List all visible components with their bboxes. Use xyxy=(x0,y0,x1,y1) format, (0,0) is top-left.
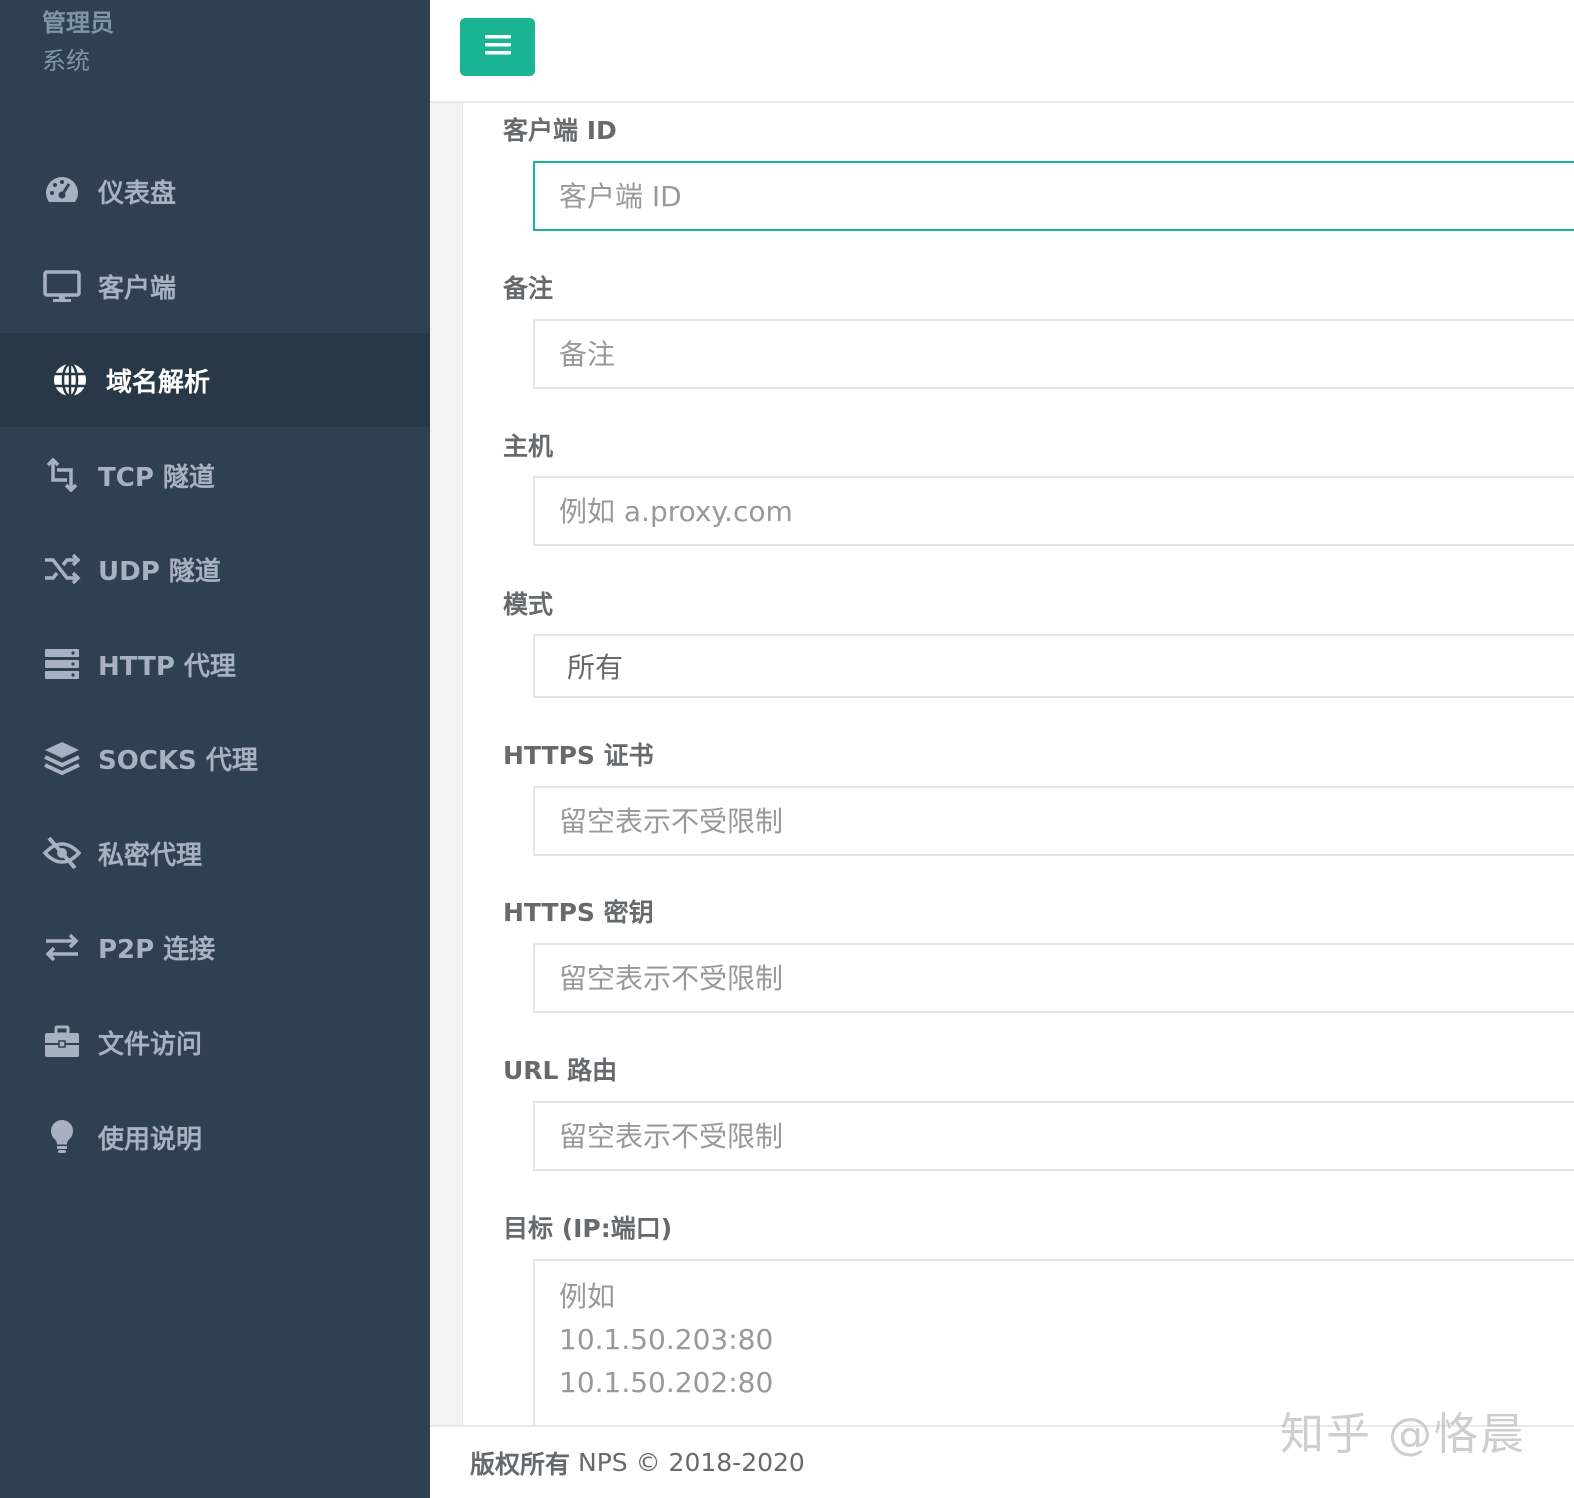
mode-select-value: 所有 xyxy=(567,651,624,684)
sidebar-item-http[interactable]: HTTP 代理 xyxy=(0,617,430,711)
copyright-label: 版权所有 xyxy=(470,1449,571,1479)
url-route-label: URL 路由 xyxy=(503,1056,618,1085)
https-key-label: HTTPS 密钥 xyxy=(503,898,654,927)
sidebar-item-dashboard[interactable]: 仪表盘 xyxy=(0,144,430,238)
host-label: 主机 xyxy=(503,432,554,461)
https-cert-label: HTTPS 证书 xyxy=(503,741,654,770)
sidebar-item-domain[interactable]: 域名解析 xyxy=(0,333,430,427)
watermark: 知乎 @恪晨 xyxy=(1280,1409,1526,1460)
remark-input[interactable] xyxy=(533,319,1574,389)
https-cert-input[interactable] xyxy=(533,786,1574,856)
sidebar-item-label: SOCKS 代理 xyxy=(98,745,258,776)
host-input[interactable] xyxy=(533,476,1574,546)
sidebar-item-files[interactable]: 文件访问 xyxy=(0,995,430,1089)
sidebar-item-help[interactable]: 使用说明 xyxy=(0,1090,430,1184)
exchange-icon xyxy=(40,927,84,967)
client-id-input[interactable] xyxy=(533,161,1574,231)
target-label: 目标 (IP:端口) xyxy=(503,1214,673,1243)
sidebar-item-udp[interactable]: UDP 隧道 xyxy=(0,522,430,616)
top-navbar xyxy=(430,0,1574,103)
sidebar: 管理员 系统 仪表盘 客户端 域名解析 TCP 隧道 UDP 隧道 HTTP 代… xyxy=(0,0,430,1498)
host-form-panel: 客户端 ID 备注 主机 模式 所有 HTTPS 证书 HTTPS 密钥 URL… xyxy=(462,103,1574,1425)
mode-label: 模式 xyxy=(503,590,554,619)
target-placeholder-line: 10.1.50.203:80 xyxy=(559,1323,774,1356)
copyright-text: NPS © 2018-2020 xyxy=(578,1448,805,1477)
sidebar-item-label: TCP 隧道 xyxy=(98,462,215,493)
user-name[interactable]: 管理员 xyxy=(42,4,114,42)
sidebar-item-label: 客户端 xyxy=(98,273,177,304)
sidebar-item-socks[interactable]: SOCKS 代理 xyxy=(0,711,430,805)
remark-label: 备注 xyxy=(503,274,554,303)
sidebar-item-label: 域名解析 xyxy=(106,367,211,398)
retweet-icon xyxy=(40,455,84,495)
lightbulb-icon xyxy=(40,1117,84,1157)
sidebar-item-label: 私密代理 xyxy=(98,840,203,871)
dashboard-icon xyxy=(40,171,84,211)
user-profile: 管理员 系统 xyxy=(42,4,114,80)
sidebar-item-p2p[interactable]: P2P 连接 xyxy=(0,900,430,994)
random-icon xyxy=(40,549,84,589)
target-placeholder-line: 例如 xyxy=(559,1280,616,1313)
main-content: 客户端 ID 备注 主机 模式 所有 HTTPS 证书 HTTPS 密钥 URL… xyxy=(430,103,1574,1425)
sidebar-item-label: 使用说明 xyxy=(98,1124,203,1155)
bars-icon xyxy=(484,34,511,60)
menu-toggle-button[interactable] xyxy=(460,18,535,76)
user-role: 系统 xyxy=(42,47,90,75)
mode-select[interactable]: 所有 xyxy=(533,634,1574,698)
client-id-label: 客户端 ID xyxy=(503,116,617,145)
url-route-input[interactable] xyxy=(533,1101,1574,1171)
monitor-icon xyxy=(40,266,84,306)
https-key-input[interactable] xyxy=(533,943,1574,1013)
layers-icon xyxy=(40,738,84,778)
server-icon xyxy=(40,644,84,684)
sidebar-item-private[interactable]: 私密代理 xyxy=(0,806,430,900)
sidebar-item-tcp[interactable]: TCP 隧道 xyxy=(0,428,430,522)
briefcase-icon xyxy=(40,1022,84,1062)
sidebar-item-label: 文件访问 xyxy=(98,1029,203,1060)
sidebar-item-label: UDP 隧道 xyxy=(98,556,221,587)
globe-icon xyxy=(48,360,92,400)
sidebar-item-label: HTTP 代理 xyxy=(98,651,236,682)
sidebar-item-label: P2P 连接 xyxy=(98,934,216,965)
sidebar-item-label: 仪表盘 xyxy=(98,178,177,209)
eye-slash-icon xyxy=(40,833,84,873)
sidebar-item-clients[interactable]: 客户端 xyxy=(0,239,430,333)
